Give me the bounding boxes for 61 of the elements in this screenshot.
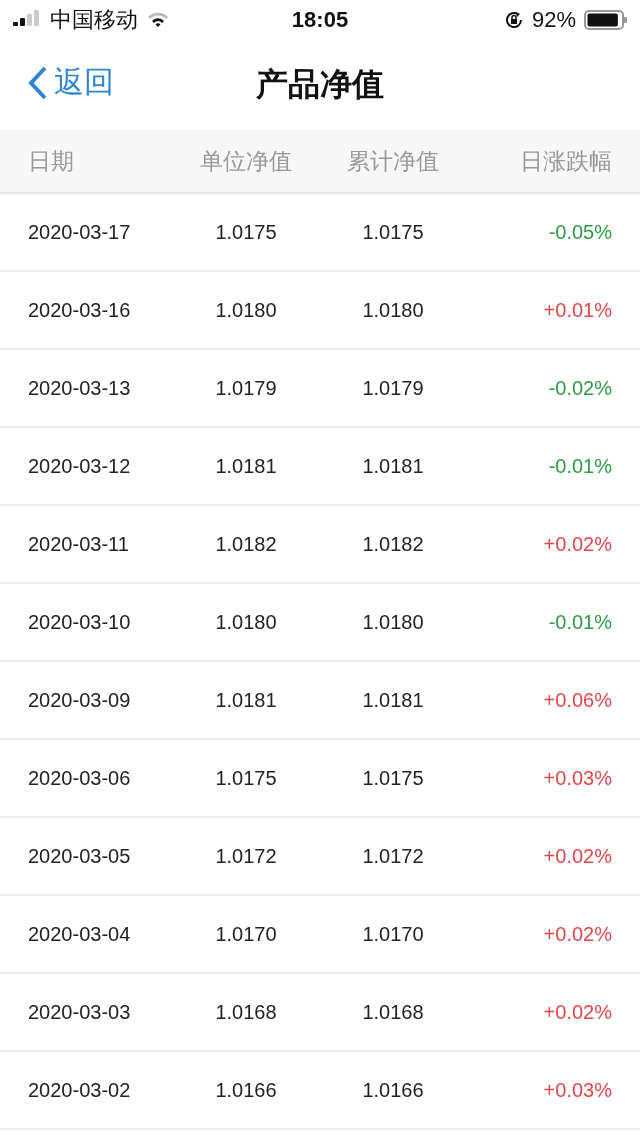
total-value-cell-text: 1.0181	[361, 688, 425, 712]
date-cell-text: 2020-03-06	[28, 766, 132, 790]
change-cell-text: -0.01%	[547, 610, 612, 634]
column-header: 累计净值	[346, 146, 440, 176]
total-value-cell-text: 1.0182	[361, 532, 425, 556]
unit-value-cell-text: 1.0166	[214, 1078, 278, 1102]
total-value-cell-text: 1.0180	[361, 610, 425, 634]
change-cell-text: +0.06%	[542, 688, 612, 712]
total-value-cell-text: 1.0166	[361, 1078, 425, 1102]
unit-value-cell-text: 1.0181	[214, 688, 278, 712]
unit-value-cell-text: 1.0180	[214, 298, 278, 322]
battery-icon	[584, 10, 628, 30]
date-cell-text: 2020-03-09	[28, 688, 132, 712]
total-value-cell-text: 1.0175	[361, 220, 425, 244]
date-cell-text: 2020-03-10	[28, 610, 132, 634]
unit-value-cell-text: 1.0182	[214, 532, 278, 556]
date-cell-text: 2020-03-12	[28, 454, 132, 478]
change-cell-text: +0.01%	[542, 298, 612, 322]
total-value-cell-text: 1.0180	[361, 298, 425, 322]
date-cell-text: 2020-03-04	[28, 922, 132, 946]
total-value-cell-text: 1.0179	[361, 376, 425, 400]
change-cell-text: -0.01%	[547, 454, 612, 478]
unit-value-cell-text: 1.0179	[214, 376, 278, 400]
change-cell-text: +0.02%	[542, 922, 612, 946]
column-header: 日涨跌幅	[519, 146, 612, 176]
page-title: 产品净值	[256, 65, 384, 104]
date-cell-text: 2020-03-17	[28, 220, 132, 244]
unit-value-cell-text: 1.0175	[214, 220, 278, 244]
total-value-cell-text: 1.0172	[361, 844, 425, 868]
total-value-cell-text: 1.0168	[361, 1000, 425, 1024]
unit-value-cell-text: 1.0170	[214, 922, 278, 946]
unit-value-cell-text: 1.0168	[214, 1000, 278, 1024]
carrier-name: 中国移动	[50, 6, 138, 34]
date-cell-text: 2020-03-05	[28, 844, 132, 868]
wifi-icon	[146, 11, 170, 29]
battery-percent: 92%	[531, 7, 576, 33]
date-cell-text: 2020-03-03	[28, 1000, 132, 1024]
unit-value-cell-text: 1.0180	[214, 610, 278, 634]
change-cell-text: +0.02%	[542, 1000, 612, 1024]
date-cell-text: 2020-03-13	[28, 376, 132, 400]
change-cell-text: +0.03%	[542, 1078, 612, 1102]
column-header: 单位净值	[199, 146, 293, 176]
total-value-cell-text: 1.0181	[361, 454, 425, 478]
column-header: 日期	[28, 146, 75, 176]
change-cell-text: -0.05%	[547, 220, 612, 244]
change-cell-text: +0.02%	[542, 532, 612, 556]
chevron-left-icon	[28, 65, 48, 100]
date-cell-text: 2020-03-02	[28, 1078, 132, 1102]
date-cell-text: 2020-03-16	[28, 298, 132, 322]
unit-value-cell-text: 1.0175	[214, 766, 278, 790]
change-cell-text: +0.03%	[542, 766, 612, 790]
change-cell-text: +0.02%	[542, 844, 612, 868]
change-cell-text: -0.02%	[547, 376, 612, 400]
date-cell-text: 2020-03-11	[28, 532, 130, 556]
clock-time: 18:05	[291, 7, 349, 32]
rotation-lock-icon	[503, 10, 524, 30]
total-value-cell-text: 1.0170	[361, 922, 425, 946]
unit-value-cell-text: 1.0181	[214, 454, 278, 478]
unit-value-cell-text: 1.0172	[214, 844, 278, 868]
back-button[interactable]: 返回	[28, 62, 114, 103]
total-value-cell-text: 1.0175	[361, 766, 425, 790]
